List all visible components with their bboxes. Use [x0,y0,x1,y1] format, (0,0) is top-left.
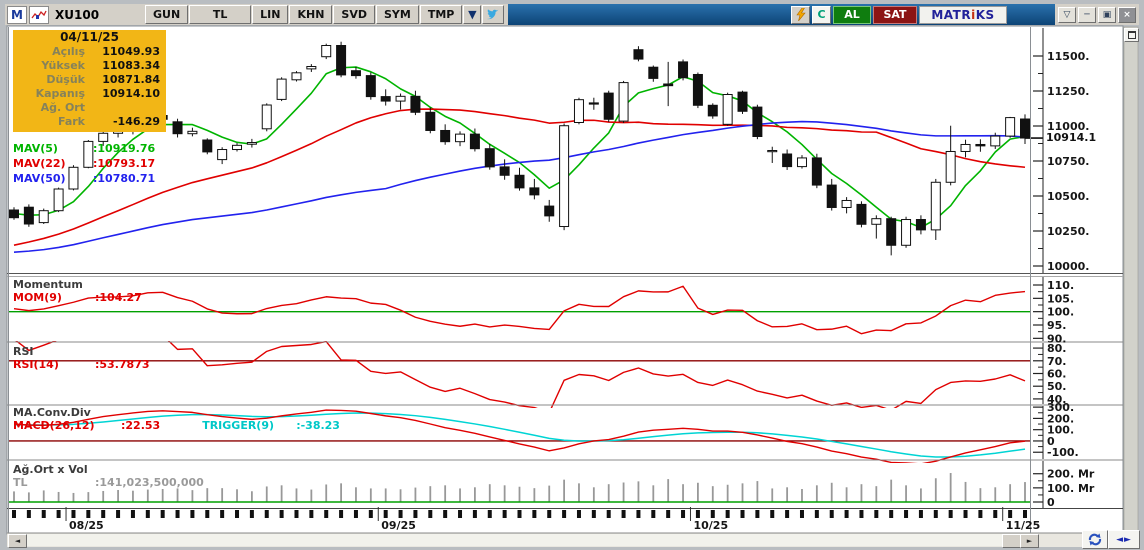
open-label: Açılış [13,45,85,59]
svg-text:100. Mr: 100. Mr [1047,482,1095,495]
svg-text:100.: 100. [1047,306,1074,319]
svg-text:11250.: 11250. [1047,85,1089,98]
page-nav-buttons[interactable]: ◄► [1108,530,1140,549]
candle-glyph-icon [31,9,47,21]
restore-box-icon [1128,31,1136,39]
open-value: 11049.93 [85,45,166,59]
high-value: 11083.34 [85,59,166,73]
close-label: Kapanış [13,87,85,101]
info-date: 04/11/25 [13,30,166,45]
scroll-left-button[interactable]: ◄ [8,534,27,548]
matriks-logo: MATRiKS [919,6,1007,24]
change-value: -146.29 [85,115,166,129]
scale-button-lin[interactable]: LIN [252,5,288,24]
sym-button[interactable]: SYM [376,5,419,24]
horizontal-scrollbar-track[interactable] [8,534,1038,546]
wavg-label: Ağ. Ort [13,101,85,115]
svg-text:10750.: 10750. [1047,155,1089,168]
svg-text:0: 0 [1047,496,1055,509]
svg-text:110.: 110. [1047,279,1074,292]
svg-text:11500.: 11500. [1047,50,1089,63]
wavg-value [85,101,166,115]
svg-text:60.: 60. [1047,368,1067,381]
svg-text:10000.: 10000. [1047,260,1089,273]
buy-button[interactable]: AL [833,6,871,24]
volume-legend: TL:141,023,500,000 [13,476,204,489]
scroll-right-button[interactable]: ► [1020,534,1039,548]
period-button-gun[interactable]: GUN [145,5,188,24]
rsi-legend: RSI(14):53.7873 [13,358,150,371]
svg-text:11/25: 11/25 [1006,519,1041,532]
khn-button[interactable]: KHN [289,5,332,24]
svg-text:105.: 105. [1047,292,1074,305]
scrollbar-thumb[interactable] [1002,534,1021,548]
page-left-icon: ◄ [1116,535,1124,545]
c-button[interactable]: C [812,6,831,24]
svg-text:10250.: 10250. [1047,225,1089,238]
tmp-button[interactable]: TMP [420,5,463,24]
symbol-input[interactable]: XU100 [51,6,145,23]
svg-text:10500.: 10500. [1047,190,1089,203]
shade-window-button[interactable]: ▽ [1058,7,1076,23]
momentum-title: Momentum [13,278,83,291]
svg-text:10/25: 10/25 [693,519,728,532]
panel-restore-button[interactable] [1124,28,1139,42]
svg-text:50.: 50. [1047,380,1067,393]
change-label: Fark [13,115,85,129]
ohlc-info-box: 04/11/25 Açılış11049.93 Yüksek11083.34 D… [13,30,166,132]
svg-text:95.: 95. [1047,319,1067,332]
high-label: Yüksek [13,59,85,73]
close-button[interactable]: × [1118,7,1136,23]
lightning-glyph-icon [796,8,806,21]
window-controls: ▽ ─ ▣ × [1055,4,1139,25]
close-value: 10914.10 [85,87,166,101]
svg-text:70.: 70. [1047,355,1067,368]
chart-type-icon[interactable] [29,6,49,24]
lightning-icon[interactable] [791,6,810,24]
matriks-chart-window: { "toolbar": { "app_initial": "M", "symb… [0,0,1144,550]
mav22-legend: MAV(22):10793.17 [13,157,198,170]
svg-text:-100.: -100. [1047,446,1079,459]
refresh-button[interactable] [1082,530,1108,549]
svg-text:08/25: 08/25 [69,519,104,532]
volume-title: Ağ.Ort x Vol [13,463,88,476]
svd-button[interactable]: SVD [333,5,375,24]
twitter-bird-icon [486,9,500,21]
refresh-icon [1087,533,1103,546]
maximize-button[interactable]: ▣ [1098,7,1116,23]
twitter-share-button[interactable] [482,5,504,24]
sell-button[interactable]: SAT [873,6,917,24]
chart-canvas[interactable]: 11500.11250.11000.10750.10500.10250.1000… [0,0,1144,550]
trade-button-group: C AL SAT MATRiKS [791,6,1007,24]
macd-legend: MACD(26,12):22.53 TRIGGER(9):-38.23 [13,419,340,432]
rsi-title: RSI [13,345,34,358]
title-bar: M XU100 GUN TL LIN KHN SVD SYM TMP ▼ C A… [5,4,1139,25]
low-value: 10871.84 [85,73,166,87]
mav50-legend: MAV(50):10780.71 [13,172,198,185]
chevron-down-icon[interactable]: ▼ [463,5,481,24]
minimize-button[interactable]: ─ [1078,7,1096,23]
mav5-legend: MAV(5):10919.76 [13,142,198,155]
svg-text:80.: 80. [1047,342,1067,355]
momentum-legend: MOM(9):104.27 [13,291,142,304]
svg-text:09/25: 09/25 [381,519,416,532]
low-label: Düşük [13,73,85,87]
currency-button-tl[interactable]: TL [189,5,251,24]
toolbar: M XU100 GUN TL LIN KHN SVD SYM TMP ▼ [5,4,508,25]
page-right-icon: ► [1124,535,1132,545]
app-icon[interactable]: M [7,6,27,24]
last-price-label: 10914.1 [1046,131,1096,144]
svg-text:200. Mr: 200. Mr [1047,468,1095,481]
macd-title: MA.Conv.Div [13,406,91,419]
